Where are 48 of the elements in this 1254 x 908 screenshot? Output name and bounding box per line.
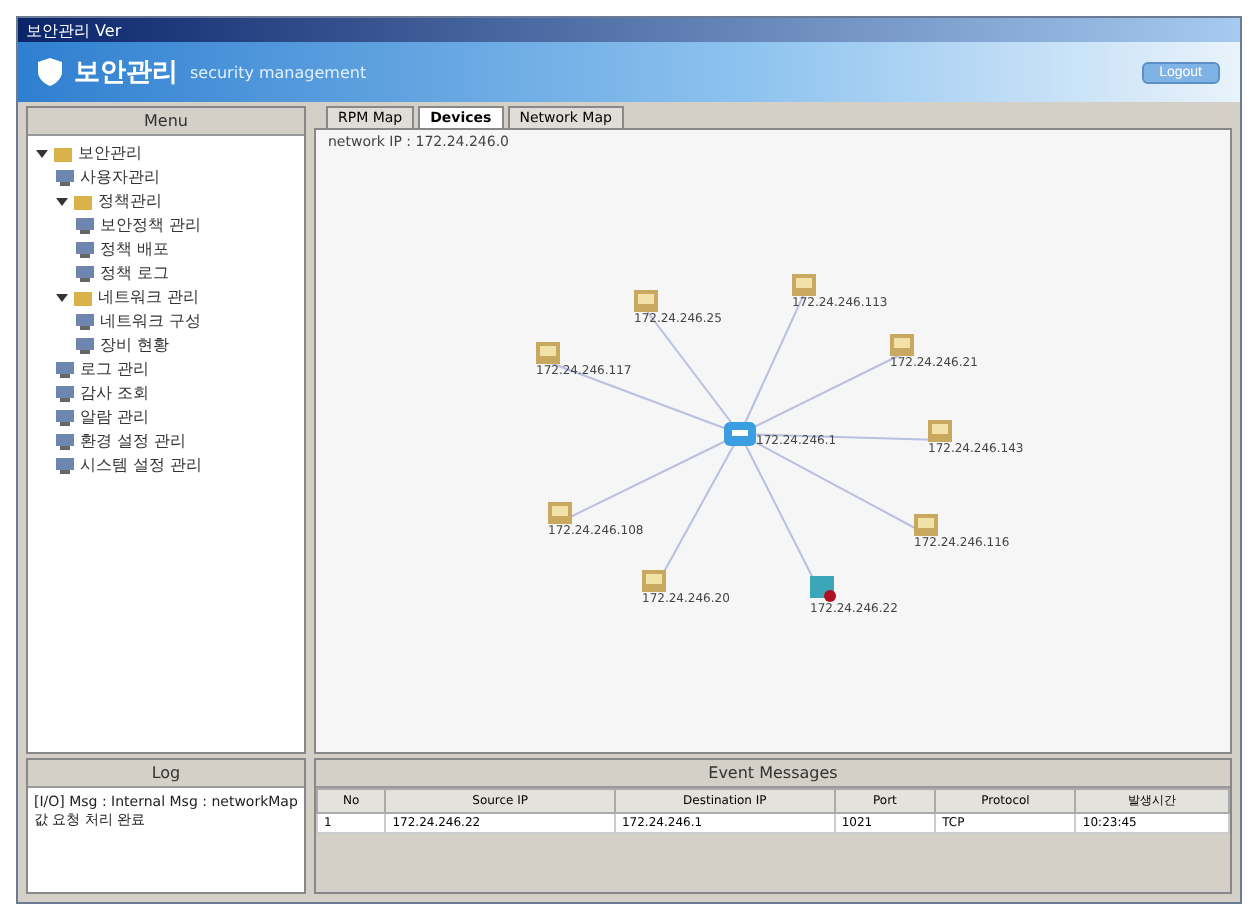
expand-toggle-icon[interactable] — [36, 147, 48, 159]
panel-header: Menu — [28, 108, 304, 136]
shield-icon — [38, 58, 62, 86]
tree-item[interactable]: 정책 로그 — [100, 262, 170, 284]
computer-icon[interactable] — [642, 570, 666, 592]
computer-icon — [56, 361, 74, 377]
computer-icon — [56, 169, 74, 185]
tree-item[interactable]: 네트워크 구성 — [100, 310, 202, 332]
computer-icon — [76, 265, 94, 281]
panel-header: Event Messages — [316, 760, 1230, 788]
computer-icon — [76, 313, 94, 329]
tree-item[interactable]: 정책 배포 — [100, 238, 170, 260]
computer-icon[interactable] — [634, 290, 658, 312]
tree-item[interactable]: 시스템 설정 관리 — [80, 454, 203, 476]
computer-icon[interactable] — [890, 334, 914, 356]
computer-icon — [56, 409, 74, 425]
computer-icon[interactable] — [536, 342, 560, 364]
tree-item[interactable]: 알람 관리 — [80, 406, 150, 428]
tree-item[interactable]: 감사 조회 — [80, 382, 150, 404]
expand-toggle-icon[interactable] — [56, 195, 68, 207]
computer-icon — [76, 241, 94, 257]
computer-icon[interactable] — [548, 502, 572, 524]
router-icon[interactable] — [724, 422, 756, 446]
tree-item[interactable]: 정책관리 — [98, 190, 162, 212]
tree-item[interactable]: 환경 설정 관리 — [80, 430, 187, 452]
tree-item[interactable]: 로그 관리 — [80, 358, 150, 380]
folder-icon — [74, 289, 92, 305]
computer-icon — [56, 457, 74, 473]
app-title: 보안관리 — [74, 56, 178, 90]
folder-icon — [74, 193, 92, 209]
tree-item[interactable]: 보안관리 — [78, 142, 142, 164]
alert-computer-icon[interactable] — [810, 576, 836, 602]
expand-toggle-icon[interactable] — [56, 291, 68, 303]
folder-icon — [54, 145, 72, 161]
panel-header: Log — [28, 760, 304, 788]
window-title: 보안관리 Ver — [26, 19, 122, 41]
tree-item[interactable]: 보안정책 관리 — [100, 214, 202, 236]
computer-icon[interactable] — [792, 274, 816, 296]
app-subtitle: security management — [190, 63, 369, 81]
computer-icon — [56, 385, 74, 401]
computer-icon — [76, 337, 94, 353]
tree-item[interactable]: 네트워크 관리 — [98, 286, 200, 308]
computer-icon — [56, 433, 74, 449]
computer-icon[interactable] — [928, 420, 952, 442]
computer-icon[interactable] — [914, 514, 938, 536]
tree-item[interactable]: 사용자관리 — [80, 166, 160, 188]
computer-icon — [76, 217, 94, 233]
tree-item[interactable]: 장비 현황 — [100, 334, 170, 356]
